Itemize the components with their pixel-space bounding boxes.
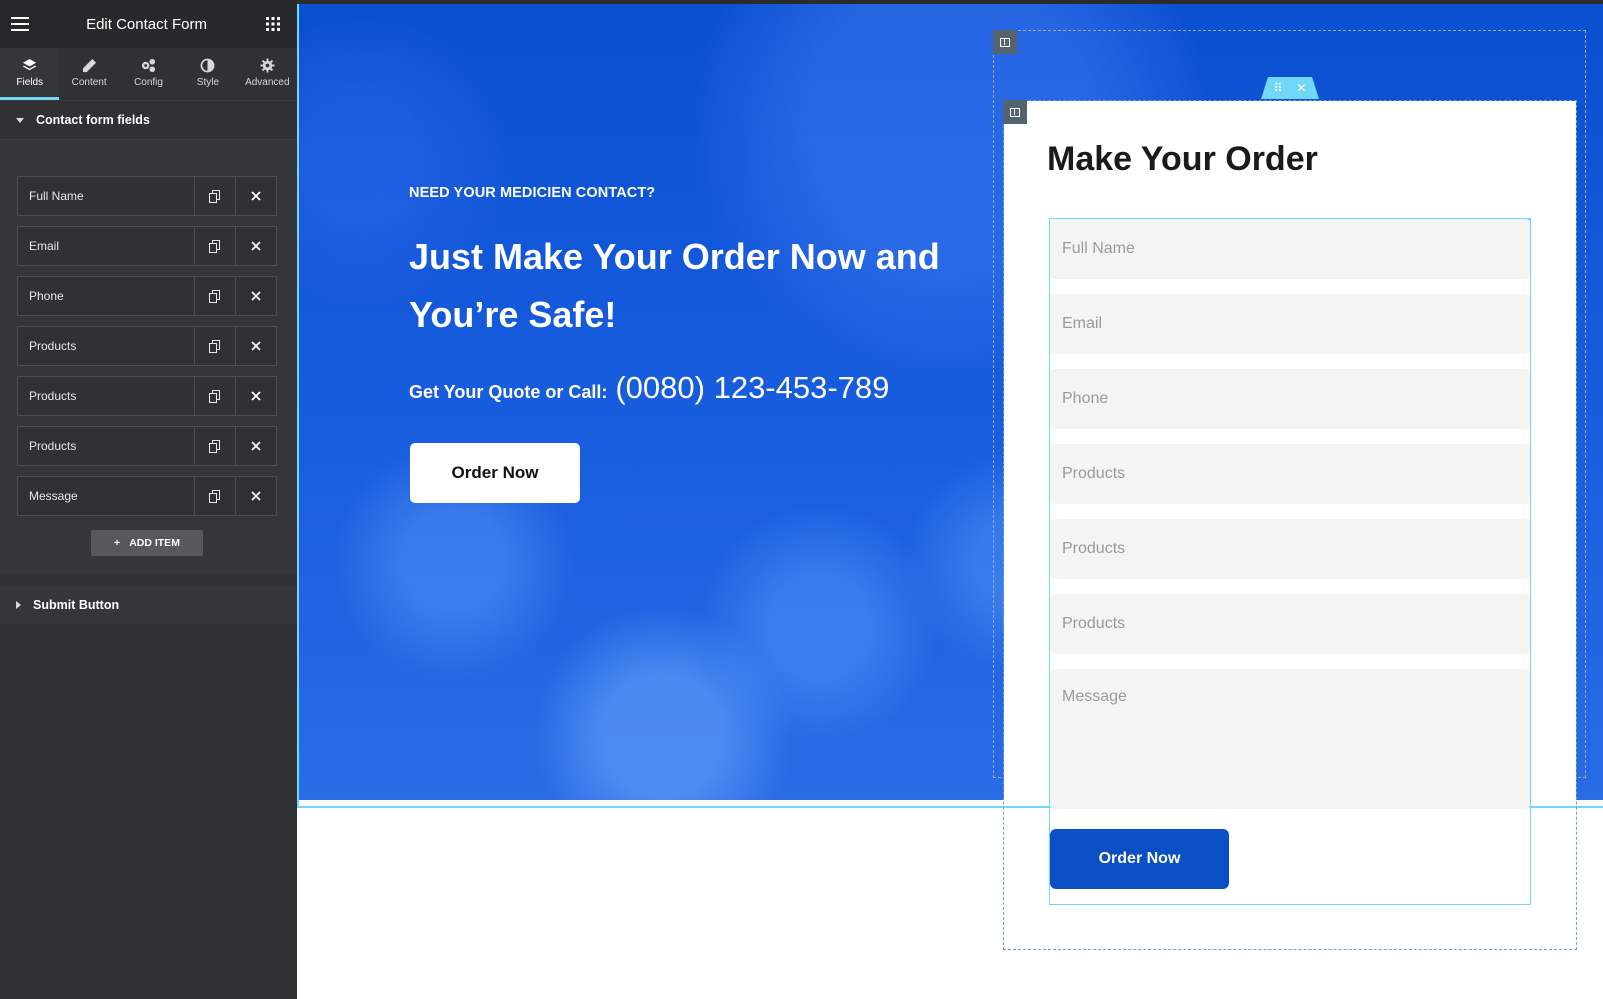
caret-down-icon [16, 117, 24, 123]
phone-number: (0080) 123-453-789 [615, 370, 890, 405]
repeater-item: Products [17, 376, 277, 416]
repeater-item-label[interactable]: Products [18, 327, 194, 365]
contrast-icon [200, 58, 215, 72]
duplicate-icon[interactable] [194, 277, 235, 315]
submit-button-section-toggle[interactable]: Submit Button [0, 586, 297, 624]
products-field[interactable]: Products [1050, 444, 1530, 504]
section-divider [0, 574, 297, 586]
close-icon[interactable]: ✕ [1296, 81, 1306, 95]
repeater-item-label[interactable]: Phone [18, 277, 194, 315]
repeater-item: Products [17, 326, 277, 366]
apps-grid-icon[interactable] [263, 14, 283, 34]
remove-icon[interactable] [235, 377, 276, 415]
layers-icon [23, 58, 37, 70]
editor-sidebar: Edit Contact Form Fields Content Config … [0, 0, 297, 999]
repeater-item-label[interactable]: Message [18, 477, 194, 515]
duplicate-icon[interactable] [194, 227, 235, 265]
contact-form-fields-section-toggle[interactable]: Contact form fields [0, 100, 297, 140]
products-field[interactable]: Products [1050, 594, 1530, 654]
form-title: Make Your Order [1047, 140, 1318, 178]
repeater-item-label[interactable]: Email [18, 227, 194, 265]
quote-label: Get Your Quote or Call: [409, 382, 608, 402]
section-handle: ⠿ ✕ [1261, 77, 1319, 99]
sidebar-header: Edit Contact Form [0, 0, 297, 48]
duplicate-icon[interactable] [194, 427, 235, 465]
remove-icon[interactable] [235, 277, 276, 315]
pencil-icon [82, 58, 96, 72]
gear-icon [260, 57, 275, 73]
repeater-item: Phone [17, 276, 277, 316]
editor-canvas: NEED YOUR MEDICIEN CONTACT? Just Make Yo… [297, 0, 1603, 999]
repeater-item: Message [17, 476, 277, 516]
repeater-item-label[interactable]: Products [18, 377, 194, 415]
repeater-item: Products [17, 426, 277, 466]
duplicate-icon[interactable] [194, 477, 235, 515]
remove-icon[interactable] [235, 327, 276, 365]
duplicate-icon[interactable] [194, 377, 235, 415]
section-handle-shape [1261, 77, 1319, 99]
form-submit-button[interactable]: Order Now [1050, 829, 1229, 889]
tab-config[interactable]: Config [119, 48, 178, 100]
plus-icon: + [114, 537, 121, 549]
duplicate-icon[interactable] [194, 177, 235, 215]
tab-style-label: Style [196, 76, 220, 88]
phone-field[interactable]: Phone [1050, 369, 1530, 429]
tab-advanced[interactable]: Advanced [238, 48, 297, 100]
add-item-button[interactable]: + ADD ITEM [91, 530, 203, 556]
drag-dots-icon[interactable]: ⠿ [1274, 81, 1283, 95]
tab-fields-label: Fields [16, 76, 44, 88]
message-field[interactable]: Message [1050, 669, 1530, 809]
section-title: Contact form fields [36, 113, 150, 127]
full-name-field[interactable]: Full Name [1050, 219, 1530, 279]
section-outline-left [297, 4, 299, 806]
repeater-item: Email [17, 226, 277, 266]
tab-content-label: Content [71, 76, 107, 88]
hamburger-menu-icon[interactable] [10, 14, 30, 34]
caret-right-icon [16, 601, 21, 609]
sidebar-title: Edit Contact Form [86, 15, 207, 33]
column-handle-icon[interactable] [993, 30, 1017, 54]
tab-fields[interactable]: Fields [0, 48, 60, 100]
inner-column-handle-icon[interactable] [1003, 100, 1027, 124]
fields-repeater: Full Name Email Phone Products Products … [0, 140, 297, 574]
sidebar-tabs: Fields Content Config Style Advanced [0, 48, 297, 100]
repeater-item-label[interactable]: Full Name [18, 177, 194, 215]
products-field[interactable]: Products [1050, 519, 1530, 579]
add-item-label: ADD ITEM [129, 537, 180, 549]
repeater-item-label[interactable]: Products [18, 427, 194, 465]
hero-quote: Get Your Quote or Call: (0080) 123-453-7… [409, 370, 889, 406]
remove-icon[interactable] [235, 227, 276, 265]
hero-order-now-button[interactable]: Order Now [410, 443, 580, 503]
section-title: Submit Button [33, 598, 120, 612]
remove-icon[interactable] [235, 477, 276, 515]
tab-style[interactable]: Style [178, 48, 237, 100]
repeater-item: Full Name [17, 176, 277, 216]
tab-advanced-label: Advanced [245, 76, 290, 88]
tab-content[interactable]: Content [59, 48, 118, 100]
duplicate-icon[interactable] [194, 327, 235, 365]
tab-config-label: Config [134, 76, 163, 88]
hero-heading: Just Make Your Order Now and You’re Safe… [409, 236, 940, 335]
cogs-icon [141, 58, 156, 72]
email-field[interactable]: Email [1050, 294, 1530, 354]
remove-icon[interactable] [235, 177, 276, 215]
hero-eyebrow: NEED YOUR MEDICIEN CONTACT? [409, 185, 656, 201]
remove-icon[interactable] [235, 427, 276, 465]
